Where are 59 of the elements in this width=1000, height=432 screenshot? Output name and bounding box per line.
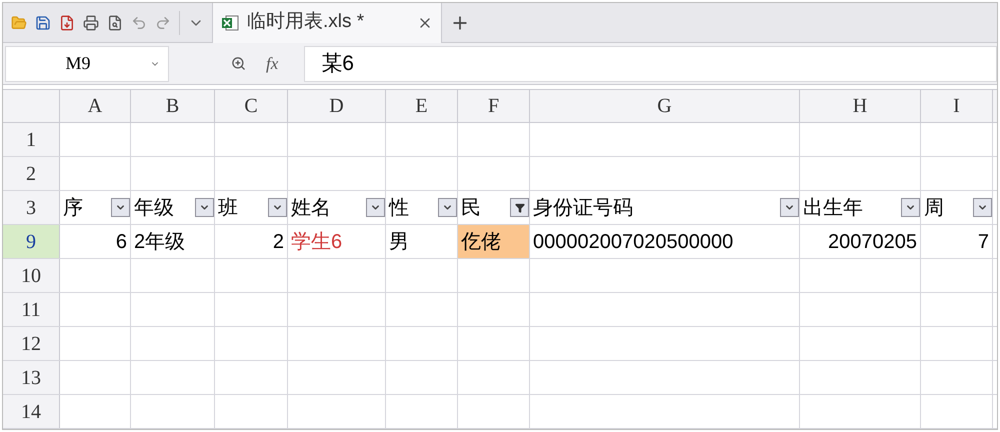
row-header[interactable]: 1 bbox=[3, 123, 60, 156]
filter-dropdown-button[interactable] bbox=[901, 198, 920, 217]
table-cell: 2年级 bbox=[131, 225, 215, 258]
row-header[interactable]: 11 bbox=[3, 293, 60, 326]
column-header[interactable]: H bbox=[800, 90, 921, 122]
function-label[interactable]: fx bbox=[266, 50, 278, 76]
row-header[interactable]: 13 bbox=[3, 361, 60, 394]
filter-dropdown-button[interactable] bbox=[510, 198, 529, 217]
column-title: 序 bbox=[63, 196, 83, 220]
document-tab[interactable]: 临时用表.xls * bbox=[212, 2, 442, 42]
column-title: 班 bbox=[218, 196, 238, 220]
row-header[interactable]: 2 bbox=[3, 157, 60, 190]
row-header[interactable]: 10 bbox=[3, 259, 60, 292]
save-icon bbox=[35, 14, 51, 30]
filter-dropdown-button[interactable] bbox=[973, 198, 992, 217]
column-header[interactable]: I bbox=[921, 90, 993, 122]
row-header[interactable]: 12 bbox=[3, 327, 60, 360]
table-cell: 7 bbox=[921, 225, 993, 258]
filter-dropdown-button[interactable] bbox=[438, 198, 457, 217]
table-cell: 6 bbox=[60, 225, 131, 258]
column-header[interactable]: F bbox=[458, 90, 530, 122]
column-title: 年级 bbox=[134, 196, 174, 220]
table-cell: 20070205 bbox=[800, 225, 921, 258]
filter-icon bbox=[514, 202, 524, 212]
column-title: 身份证号码 bbox=[533, 196, 633, 220]
table-cell: 000002007020500000 bbox=[530, 225, 800, 258]
row-header[interactable]: 9 bbox=[3, 225, 60, 258]
filter-dropdown-button[interactable] bbox=[780, 198, 799, 217]
redo-icon bbox=[155, 14, 171, 30]
column-header[interactable]: C bbox=[215, 90, 288, 122]
column-title: 民 bbox=[461, 196, 481, 220]
filter-dropdown-button[interactable] bbox=[111, 198, 130, 217]
column-title: 性 bbox=[389, 196, 409, 220]
column-header[interactable]: A bbox=[60, 90, 131, 122]
formula-field[interactable]: 某6 bbox=[304, 46, 997, 82]
filter-dropdown-button[interactable] bbox=[268, 198, 287, 217]
export-pdf-icon bbox=[59, 14, 75, 30]
print-preview-icon bbox=[107, 14, 123, 30]
zoom-icon[interactable] bbox=[231, 56, 246, 71]
table-cell: 仡佬 bbox=[458, 225, 530, 258]
name-box[interactable]: M9 bbox=[5, 46, 169, 82]
tab-title: 临时用表.xls * bbox=[247, 10, 366, 34]
row-header[interactable]: 14 bbox=[3, 395, 60, 428]
table-cell: 2 bbox=[215, 225, 288, 258]
spreadsheet-file-icon bbox=[221, 14, 239, 32]
print-icon bbox=[83, 14, 99, 30]
filter-dropdown-button[interactable] bbox=[195, 198, 214, 217]
table-cell: 学生6 bbox=[288, 225, 386, 258]
column-header[interactable]: G bbox=[530, 90, 800, 122]
row-header[interactable]: 3 bbox=[3, 191, 60, 224]
column-header[interactable]: E bbox=[386, 90, 458, 122]
column-title: 周 bbox=[924, 196, 944, 220]
undo-icon bbox=[131, 14, 147, 30]
column-title: 姓名 bbox=[291, 196, 331, 220]
column-header[interactable]: B bbox=[131, 90, 215, 122]
column-header[interactable]: D bbox=[288, 90, 386, 122]
open-icon bbox=[11, 14, 27, 30]
column-title: 出生年 bbox=[803, 196, 863, 220]
filter-dropdown-button[interactable] bbox=[366, 198, 385, 217]
